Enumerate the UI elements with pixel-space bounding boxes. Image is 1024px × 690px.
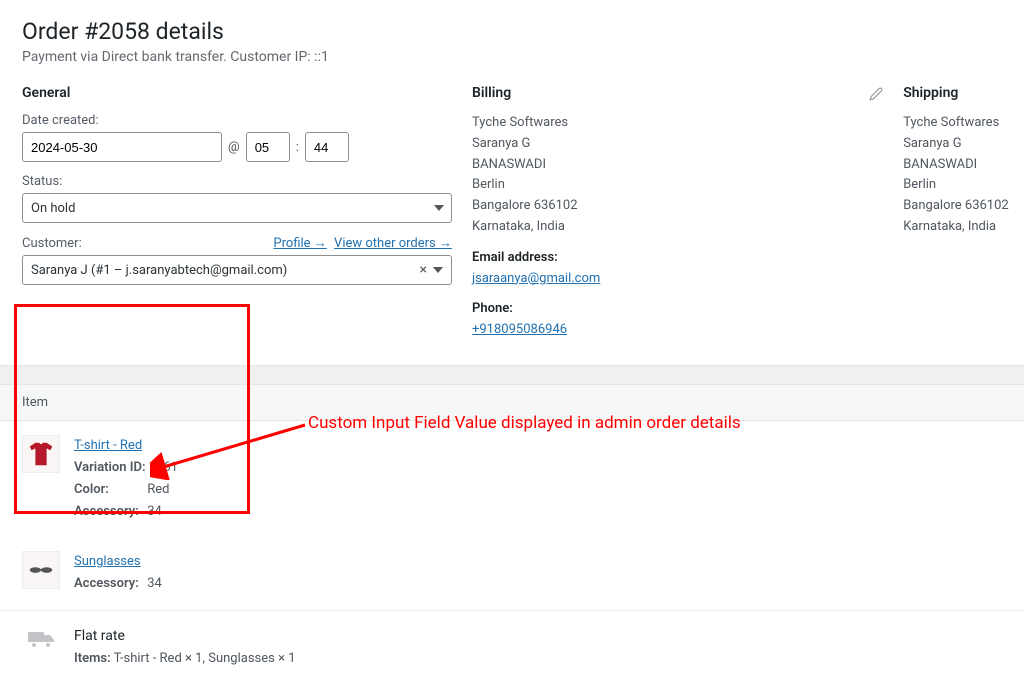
accessory-label: Accessory: [74,501,144,523]
items-panel: Item T-shirt - Red Variation ID: 1061 Co… [0,384,1024,690]
order-details-panel: Order #2058 details Payment via Direct b… [0,0,1024,366]
status-select[interactable]: On hold [22,193,452,223]
general-heading: General [22,85,452,101]
customer-row: Customer: Profile → View other orders → … [22,235,452,285]
truck-icon [22,625,60,653]
time-separator: : [296,140,299,155]
accessory-value: 34 [147,576,162,591]
order-subtitle: Payment via Direct bank transfer. Custom… [22,49,1002,65]
billing-address: Tyche Softwares Saranya G BANASWADI Berl… [472,113,883,341]
email-label: Email address: [472,248,883,269]
items-header: Item [0,384,1024,421]
sunglasses-icon [26,555,56,585]
at-separator: @ [228,140,240,155]
shipping-items-label: Items: [74,651,111,666]
status-label: Status: [22,174,452,189]
accessory-value: 34 [147,504,162,519]
general-column: General Date created: @ : Status: On hol… [22,85,472,341]
shipping-method-title: Flat rate [74,625,296,649]
shipping-address: Tyche Softwares Saranya G BANASWADI Berl… [903,113,1021,238]
product-link[interactable]: Sunglasses [74,554,141,569]
customer-value: Saranya J (#1 – j.saranyabtech@gmail.com… [31,263,287,278]
customer-label: Customer: [22,236,82,251]
date-created-row: @ : [22,132,452,162]
product-thumbnail[interactable] [22,551,60,589]
accessory-label: Accessory: [74,573,144,595]
edit-billing-icon[interactable] [869,87,883,105]
status-row: Status: On hold [22,174,452,223]
profile-link[interactable]: Profile → [273,236,326,251]
billing-phone-link[interactable]: +918095086946 [472,322,567,337]
customer-select[interactable]: Saranya J (#1 – j.saranyabtech@gmail.com… [22,255,452,285]
variation-id-value: 1061 [149,460,178,475]
variation-id-label: Variation ID: [74,457,146,479]
product-link[interactable]: T-shirt - Red [74,438,142,453]
minute-input[interactable] [305,132,349,162]
color-label: Color: [74,479,144,501]
chevron-down-icon [434,205,444,211]
shipping-column: Shipping Tyche Softwares Saranya G BANAS… [903,85,1021,341]
date-created-label: Date created: [22,113,452,128]
item-row: T-shirt - Red Variation ID: 1061 Color: … [0,421,1024,537]
phone-label: Phone: [472,299,883,320]
page-title: Order #2058 details [22,18,1002,45]
tshirt-icon [26,439,56,469]
billing-heading: Billing [472,85,883,101]
status-value: On hold [31,201,75,216]
hour-input[interactable] [246,132,290,162]
shipping-line-row: Flat rate Items: T-shirt - Red × 1, Sung… [0,610,1024,690]
shipping-heading: Shipping [903,85,1021,101]
shipping-items-value: T-shirt - Red × 1, Sunglasses × 1 [114,651,296,666]
customer-links: Profile → View other orders → [269,235,452,251]
billing-email-link[interactable]: jsaraanya@gmail.com [472,271,600,286]
clear-customer-icon[interactable]: × [420,262,427,278]
view-other-orders-link[interactable]: View other orders → [334,236,452,251]
billing-column: Billing Tyche Softwares Saranya G BANASW… [472,85,903,341]
chevron-down-icon [433,267,443,273]
date-input[interactable] [22,132,222,162]
color-value: Red [147,482,169,497]
item-row: Sunglasses Accessory: 34 [0,537,1024,609]
product-thumbnail[interactable] [22,435,60,473]
